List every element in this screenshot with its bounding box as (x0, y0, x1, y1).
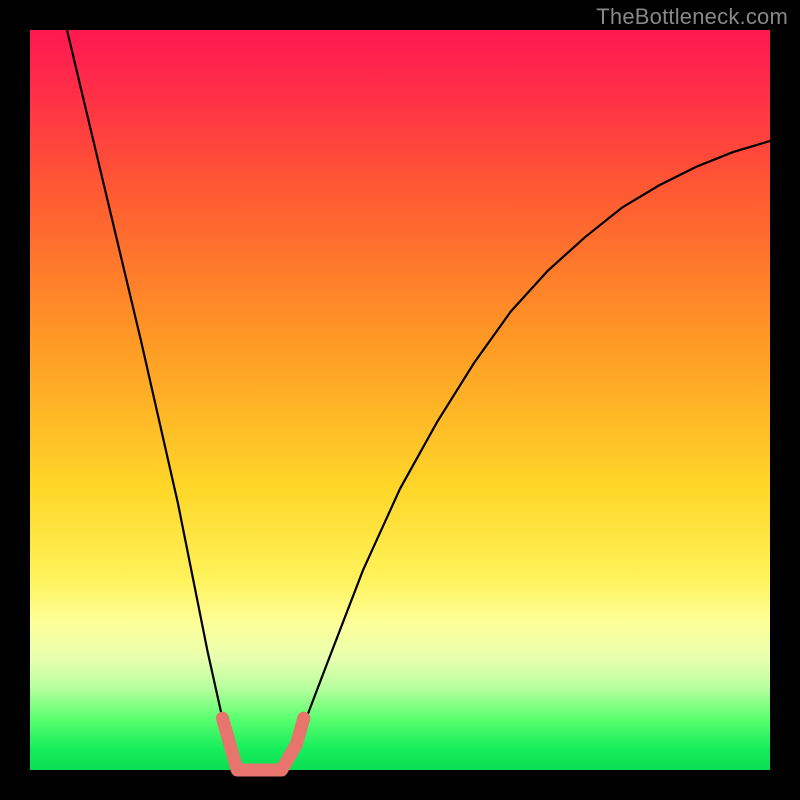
curve-svg (30, 30, 770, 770)
plot-area (30, 30, 770, 770)
watermark-text: TheBottleneck.com (596, 4, 788, 30)
highlight-segment (222, 718, 303, 770)
bottleneck-curve (67, 30, 770, 770)
outer-frame: TheBottleneck.com (0, 0, 800, 800)
